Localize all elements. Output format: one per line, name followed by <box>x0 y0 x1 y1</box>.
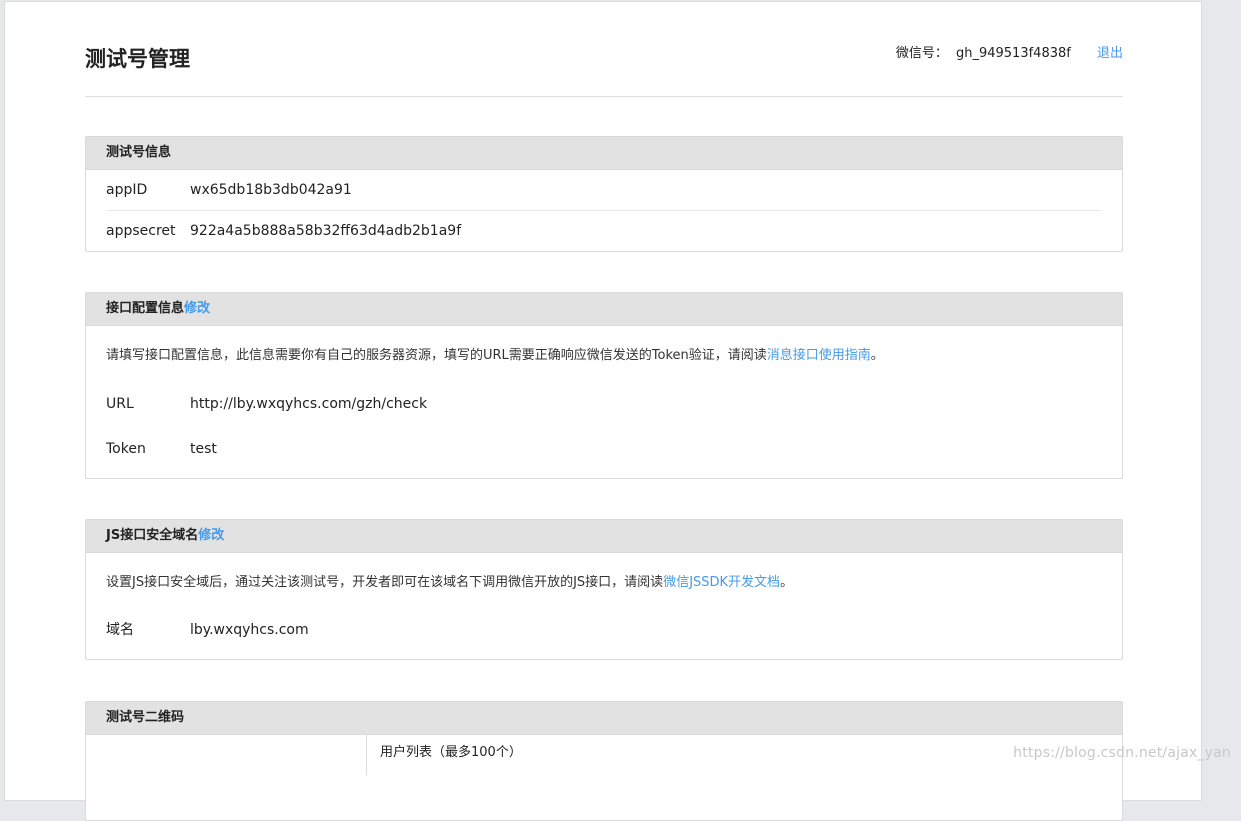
panel-title-text: JS接口安全域名 <box>106 528 199 543</box>
logout-link[interactable]: 退出 <box>1097 46 1123 61</box>
row-value: test <box>190 441 217 457</box>
panel-title: 接口配置信息修改 <box>86 293 1122 326</box>
qrcode-panel: 测试号二维码 用户列表（最多100个） <box>85 701 1123 821</box>
api-config-edit-link[interactable]: 修改 <box>184 301 210 316</box>
account-id: gh_949513f4838f <box>955 46 1071 61</box>
info-row-appsecret: appsecret 922a4a5b888a58b32ff63d4adb2b1a… <box>106 211 1102 251</box>
config-row-token: Token test <box>106 426 1102 472</box>
row-value: wx65db18b3db042a91 <box>190 182 352 198</box>
row-key: URL <box>106 396 134 412</box>
panel-title: 测试号二维码 <box>86 702 1122 735</box>
domain-row: 域名 lby.wxqyhcs.com <box>106 607 1102 653</box>
watermark: https://blog.csdn.net/ajax_yan <box>1013 745 1231 761</box>
panel-title-text: 接口配置信息 <box>106 301 185 316</box>
desc-suffix: 。 <box>870 348 884 363</box>
qrcode-body: 用户列表（最多100个） <box>86 735 1122 775</box>
api-config-panel: 接口配置信息修改 请填写接口配置信息，此信息需要你有自己的服务器资源，填写的UR… <box>85 292 1123 479</box>
account-info: 微信号： gh_949513f4838f 退出 <box>896 44 1123 64</box>
row-key: 域名 <box>106 622 134 638</box>
page-title: 测试号管理 <box>85 47 190 71</box>
message-guide-link[interactable]: 消息接口使用指南 <box>767 348 871 363</box>
row-key: appsecret <box>106 223 176 239</box>
test-info-panel: 测试号信息 appID wx65db18b3db042a91 appsecret… <box>85 136 1123 252</box>
row-value: 922a4a5b888a58b32ff63d4adb2b1a9f <box>190 223 462 239</box>
desc-suffix: 。 <box>780 575 794 590</box>
row-value: lby.wxqyhcs.com <box>190 622 309 638</box>
js-domain-panel: JS接口安全域名修改 设置JS接口安全域后，通过关注该测试号，开发者即可在该域名… <box>85 519 1123 660</box>
api-config-description: 请填写接口配置信息，此信息需要你有自己的服务器资源，填写的URL需要正确响应微信… <box>106 346 1102 366</box>
js-domain-edit-link[interactable]: 修改 <box>198 528 224 543</box>
row-value: http://lby.wxqyhcs.com/gzh/check <box>190 396 428 412</box>
desc-text: 设置JS接口安全域后，通过关注该测试号，开发者即可在该域名下调用微信开放的JS接… <box>106 575 664 590</box>
config-row-url: URL http://lby.wxqyhcs.com/gzh/check <box>106 382 1102 426</box>
js-domain-description: 设置JS接口安全域后，通过关注该测试号，开发者即可在该域名下调用微信开放的JS接… <box>106 573 1102 593</box>
jssdk-doc-link[interactable]: 微信JSSDK开发文档 <box>663 575 780 590</box>
row-key: Token <box>106 441 146 457</box>
page-header: 测试号管理 微信号： gh_949513f4838f 退出 <box>85 2 1123 97</box>
row-key: appID <box>106 182 148 198</box>
info-row-appid: appID wx65db18b3db042a91 <box>106 170 1102 211</box>
qrcode-image-area <box>86 735 367 775</box>
panel-title: JS接口安全域名修改 <box>86 520 1122 553</box>
user-list-title: 用户列表（最多100个） <box>380 745 522 760</box>
panel-title: 测试号信息 <box>86 137 1122 170</box>
page-container: 测试号管理 微信号： gh_949513f4838f 退出 测试号信息 appI… <box>4 1 1202 821</box>
account-label: 微信号： <box>895 46 948 61</box>
desc-text: 请填写接口配置信息，此信息需要你有自己的服务器资源，填写的URL需要正确响应微信… <box>106 348 767 363</box>
